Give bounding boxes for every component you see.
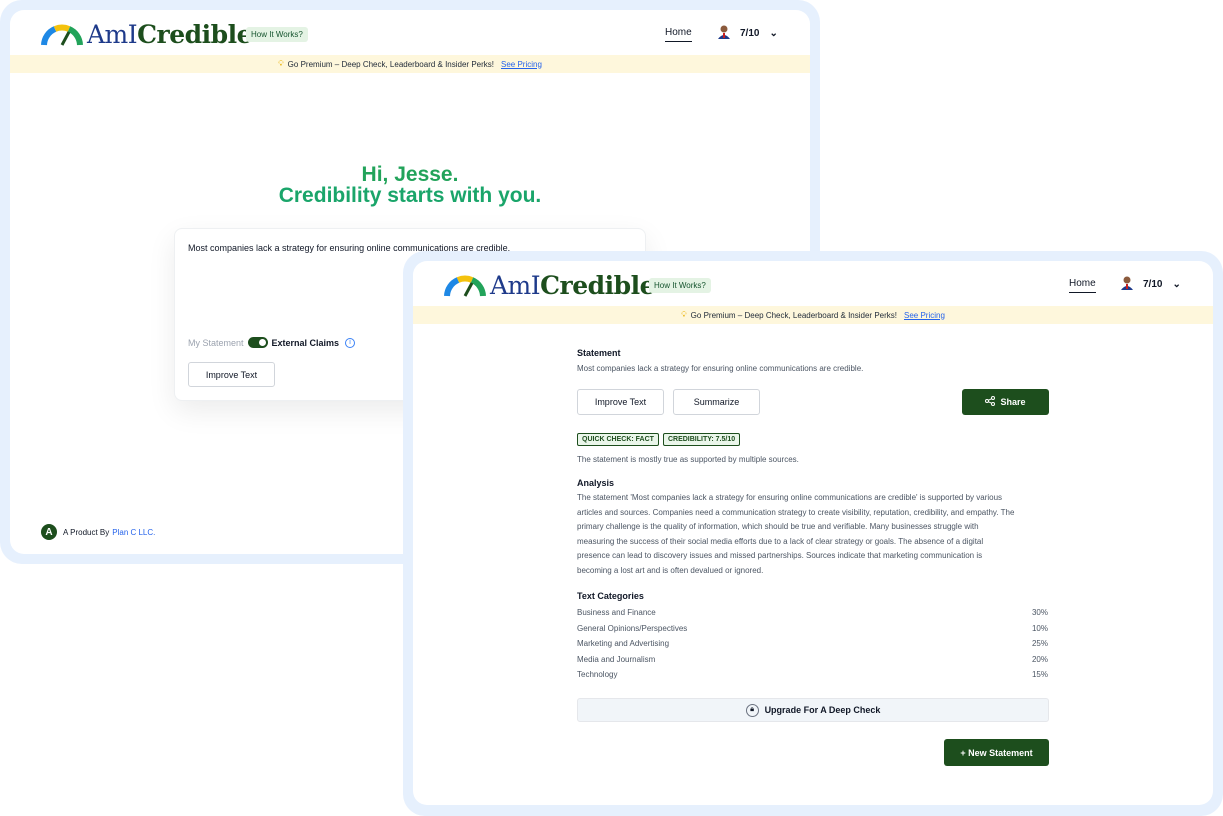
nav-home-link[interactable]: Home [1069, 278, 1096, 293]
footer-text: A Product By [63, 527, 110, 537]
top-nav: AmICredible How It Works? Home 7/10 ⌄ [10, 10, 810, 55]
brand-wordmark: AmICredible [87, 20, 252, 49]
company-link[interactable]: Plan C LLC. [112, 528, 155, 537]
share-label: Share [1000, 397, 1026, 407]
brand-logo[interactable]: AmICredible [444, 271, 655, 300]
brand-logo[interactable]: AmICredible [41, 20, 252, 49]
categories-title: Text Categories [577, 591, 644, 601]
quick-check-badge: QUICK CHECK: FACT [577, 433, 659, 446]
brand-wordmark: AmICredible [490, 271, 655, 300]
summarize-button[interactable]: Summarize [673, 389, 760, 415]
analysis-line: measuring the success of their social me… [577, 536, 984, 546]
upgrade-deep-check-button[interactable]: 🔒︎ Upgrade For A Deep Check [577, 698, 1049, 722]
category-percent: 10% [1031, 623, 1048, 633]
chevron-down-icon[interactable]: ⌄ [1172, 279, 1180, 290]
premium-banner-text: Go Premium – Deep Check, Leaderboard & I… [287, 59, 494, 69]
improve-text-button[interactable]: Improve Text [188, 362, 275, 387]
nav-home-link[interactable]: Home [665, 27, 692, 42]
my-statement-label: My Statement [188, 337, 244, 348]
premium-banner-text: Go Premium – Deep Check, Leaderboard & I… [690, 310, 897, 320]
see-pricing-link[interactable]: See Pricing [904, 311, 945, 320]
avatar-icon [1121, 276, 1133, 293]
analysis-line: articles and sources. Companies need a c… [577, 507, 1015, 517]
improve-text-button[interactable]: Improve Text [577, 389, 664, 415]
category-name: Media and Journalism [577, 654, 656, 664]
category-row: Media and Journalism 20% [577, 655, 1048, 671]
category-name: General Opinions/Perspectives [577, 623, 688, 633]
statement-title: Statement [577, 348, 621, 358]
result-screen-frame: AmICredible How It Works? Home 7/10 ⌄ 💡︎… [403, 251, 1223, 816]
user-menu[interactable]: 7/10 ⌄ [1121, 276, 1181, 293]
avatar-icon [718, 25, 730, 42]
statement-text: Most companies lack a strategy for ensur… [577, 364, 864, 373]
category-list: Business and Finance 30% General Opinions… [577, 608, 1048, 686]
category-percent: 15% [1031, 670, 1048, 679]
result-badges: QUICK CHECK: FACT CREDIBILITY: 7.5/10 [577, 433, 741, 446]
new-statement-button[interactable]: + New Statement [944, 739, 1049, 766]
mode-toggle-row: My Statement External Claims i [188, 337, 356, 348]
chevron-down-icon[interactable]: ⌄ [769, 28, 777, 39]
premium-banner: 💡︎ Go Premium – Deep Check, Leaderboard … [413, 306, 1213, 324]
category-row: Technology 15% [577, 670, 1048, 686]
greeting-text: Hi, Jesse. [361, 163, 459, 186]
gauge-logo-icon [444, 275, 486, 297]
analysis-line: presence can lead to discovery issues an… [577, 551, 983, 560]
category-percent: 30% [1031, 608, 1048, 617]
how-it-works-link[interactable]: How It Works? [246, 27, 308, 42]
category-row: General Opinions/Perspectives 10% [577, 624, 1048, 640]
verdict-text: The statement is mostly true as supporte… [577, 455, 799, 464]
category-percent: 25% [1031, 639, 1048, 648]
hero-heading: Hi, Jesse. Credibility starts with you. [10, 164, 810, 206]
analysis-line: becoming a lost art and is often devalue… [577, 565, 764, 575]
category-percent: 20% [1031, 654, 1048, 664]
category-row: Marketing and Advertising 25% [577, 639, 1048, 655]
footer: A A Product By Plan C LLC. [41, 524, 155, 540]
tagline-text: Credibility starts with you. [278, 184, 542, 207]
credibility-score: 7/10 [1143, 279, 1163, 290]
top-nav: AmICredible How It Works? Home 7/10 ⌄ [413, 261, 1213, 306]
see-pricing-link[interactable]: See Pricing [501, 60, 542, 69]
category-row: Business and Finance 30% [577, 608, 1048, 624]
how-it-works-link[interactable]: How It Works? [649, 278, 711, 293]
result-screen-window: AmICredible How It Works? Home 7/10 ⌄ 💡︎… [413, 261, 1213, 805]
category-name: Technology [577, 670, 618, 679]
credibility-score: 7/10 [740, 28, 760, 39]
share-button[interactable]: Share [962, 389, 1049, 415]
category-name: Marketing and Advertising [577, 639, 670, 648]
gauge-logo-icon [41, 24, 83, 46]
credibility-badge: CREDIBILITY: 7.5/10 [662, 433, 741, 446]
lock-icon: 🔒︎ [745, 703, 759, 717]
user-menu[interactable]: 7/10 ⌄ [718, 25, 778, 42]
category-name: Business and Finance [577, 608, 656, 617]
analysis-line: primary challenge is the quality of info… [577, 522, 979, 531]
lightbulb-icon: 💡︎ [681, 310, 687, 319]
info-icon[interactable]: i [345, 337, 356, 348]
external-claims-label: External Claims [271, 337, 340, 348]
upgrade-label: Upgrade For A Deep Check [764, 705, 881, 715]
share-icon [985, 396, 996, 408]
footer-logo-icon: A [41, 524, 57, 540]
analysis-line: The statement 'Most companies lack a str… [577, 493, 1003, 502]
premium-banner: 💡︎ Go Premium – Deep Check, Leaderboard … [10, 55, 810, 73]
analysis-title: Analysis [577, 478, 615, 488]
lightbulb-icon: 💡︎ [278, 59, 284, 68]
mode-toggle-switch[interactable] [247, 337, 268, 348]
analysis-text: The statement 'Most companies lack a str… [577, 491, 1057, 578]
